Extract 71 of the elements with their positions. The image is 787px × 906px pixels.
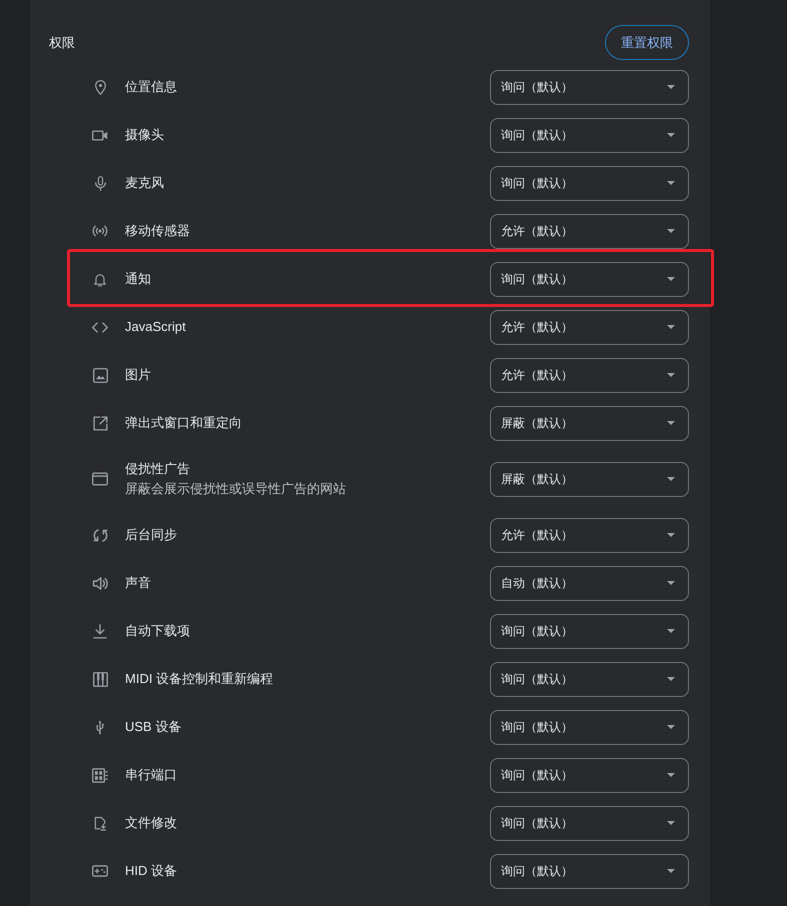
image-icon — [92, 368, 108, 382]
permission-label: 位置信息 — [125, 78, 178, 96]
chip-grid-icon — [92, 768, 108, 782]
permission-dropdown[interactable]: 允许（默认） — [490, 214, 689, 248]
caret-icon — [667, 533, 675, 537]
caret-icon — [667, 181, 675, 185]
external-link-icon — [92, 416, 108, 430]
permission-dropdown[interactable]: 允许（默认） — [490, 310, 689, 344]
permission-dropdown[interactable]: 询问（默认） — [490, 118, 689, 152]
permission-label: 文件修改 — [125, 814, 178, 832]
caret-icon — [667, 133, 675, 137]
caret-icon — [667, 581, 675, 585]
caret-icon — [667, 629, 675, 633]
permission-dropdown[interactable]: 允许（默认） — [490, 358, 689, 392]
bell-icon — [94, 272, 106, 286]
permission-dropdown[interactable]: 询问（默认） — [490, 70, 689, 104]
permission-label: HID 设备 — [125, 862, 178, 880]
permission-label: 移动传感器 — [125, 222, 191, 240]
permission-dropdown[interactable]: 询问（默认） — [490, 854, 689, 888]
usb-icon — [95, 720, 105, 734]
caret-icon — [667, 85, 675, 89]
permission-dropdown[interactable]: 询问（默认） — [490, 806, 689, 840]
permission-dropdown[interactable]: 询问（默认） — [490, 662, 689, 696]
permission-label: 自动下载项 — [125, 622, 191, 640]
caret-icon — [667, 421, 675, 425]
permission-label: 摄像头 — [125, 126, 165, 144]
permission-dropdown[interactable]: 询问（默认） — [490, 710, 689, 744]
section-title: 权限 — [49, 34, 75, 52]
permission-label: 麦克风 — [125, 174, 165, 192]
caret-icon — [667, 373, 675, 377]
permission-label: 声音 — [125, 574, 152, 592]
reset-permissions-button[interactable]: 重置权限 — [605, 25, 689, 60]
piano-keys-icon — [92, 672, 108, 686]
permission-label: 后台同步 — [125, 526, 178, 544]
signal-waves-icon — [92, 225, 108, 237]
permission-label: 通知 — [125, 270, 152, 288]
window-icon — [92, 472, 108, 486]
permission-label: 弹出式窗口和重定向 — [125, 414, 243, 432]
permission-dropdown[interactable]: 允许（默认） — [490, 518, 689, 552]
caret-icon — [667, 869, 675, 873]
caret-icon — [667, 773, 675, 777]
permission-dropdown[interactable]: 询问（默认） — [490, 166, 689, 200]
video-camera-icon — [92, 130, 108, 140]
permission-label: MIDI 设备控制和重新编程 — [125, 670, 274, 688]
code-brackets-icon — [92, 322, 108, 332]
permission-label: JavaScript — [125, 318, 187, 336]
permission-dropdown[interactable]: 自动（默认） — [490, 566, 689, 600]
microphone-icon — [94, 176, 106, 190]
permission-dropdown[interactable]: 询问（默认） — [490, 262, 689, 296]
permission-dropdown[interactable]: 询问（默认） — [490, 614, 689, 648]
permission-dropdown[interactable]: 屏蔽（默认） — [490, 462, 689, 496]
gamepad-icon — [92, 865, 108, 877]
caret-icon — [667, 725, 675, 729]
permission-dropdown[interactable]: 屏蔽（默认） — [490, 406, 689, 440]
caret-icon — [667, 477, 675, 481]
sync-arrows-icon — [92, 528, 108, 542]
caret-icon — [667, 325, 675, 329]
download-icon — [93, 624, 107, 638]
caret-icon — [667, 277, 675, 281]
speaker-icon — [92, 576, 108, 590]
permission-label: 串行端口 — [125, 766, 178, 784]
permission-label: 侵扰性广告 — [125, 460, 191, 478]
permission-description: 屏蔽会展示侵扰性或误导性广告的网站 — [125, 480, 347, 498]
permission-label: 图片 — [125, 366, 152, 384]
location-pin-icon — [94, 80, 106, 94]
permission-dropdown[interactable]: 询问（默认） — [490, 758, 689, 792]
caret-icon — [667, 821, 675, 825]
caret-icon — [667, 229, 675, 233]
file-download-icon — [94, 816, 106, 830]
permission-label: USB 设备 — [125, 718, 182, 736]
caret-icon — [667, 677, 675, 681]
